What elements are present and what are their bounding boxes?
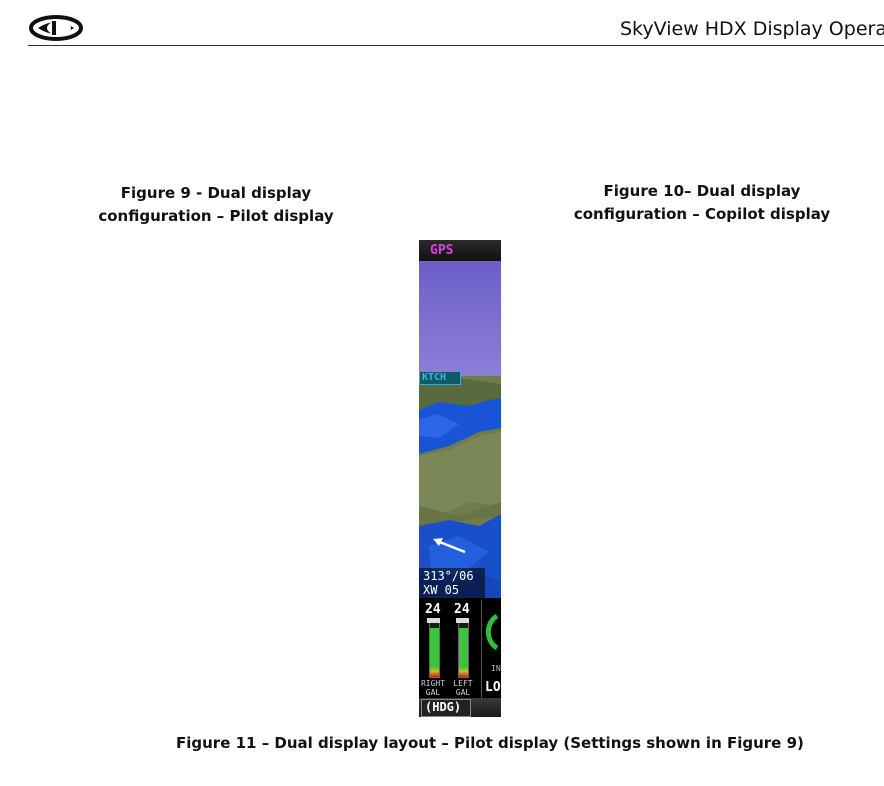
fuel-left-bar: [458, 622, 469, 678]
synthetic-vision-sky: [419, 261, 501, 377]
fuel-left-label: LEFT GAL: [449, 679, 477, 697]
fuel-right-label-line2: GAL: [425, 688, 441, 697]
figure-9-caption-line1: Figure 9 - Dual display: [120, 184, 312, 202]
engine-page: 24 24 RIGHT GAL LEFT GAL IN LO: [419, 600, 501, 698]
figure-11-caption: Figure 11 – Dual display layout – Pilot …: [176, 734, 804, 752]
engine-divider: [481, 600, 482, 698]
fuel-left-label-line1: LEFT: [453, 679, 473, 688]
dynon-logo: [29, 15, 83, 41]
fuel-left-value: 24: [454, 602, 470, 617]
wind-readout: 313°/06 XW 05: [419, 568, 485, 600]
pilot-display-screenshot: KTCH 313°/06 XW 05 GPS 24 24 RIGHT GAL L…: [419, 240, 501, 717]
wind-direction-speed: 313°/06: [423, 569, 474, 583]
header-rule: [28, 45, 884, 46]
figure-10-caption: Figure 10– Dual display configuration – …: [572, 180, 832, 226]
nav-source-bar: GPS: [419, 240, 501, 261]
airport-label-tag[interactable]: KTCH: [419, 371, 461, 385]
softkey-bar: (HDG): [419, 698, 501, 717]
fuel-right-bar-cap: [427, 618, 440, 623]
gauge-sublabel: IN: [491, 664, 501, 673]
fuel-right-bar: [429, 622, 440, 678]
fuel-left-bar-cap: [456, 618, 469, 623]
wind-crosswind: XW 05: [423, 583, 460, 597]
hdg-button-label: (HDG): [425, 700, 462, 714]
nav-source-label[interactable]: GPS: [430, 243, 453, 258]
fuel-left-bar-fill: [459, 628, 468, 677]
fuel-right-label: RIGHT GAL: [419, 679, 447, 697]
airport-label-text: KTCH: [422, 372, 447, 383]
figure-9-caption-line2: configuration – Pilot display: [98, 207, 334, 225]
figure-10-caption-line1: Figure 10– Dual display: [603, 182, 801, 200]
engine-lower-label: LO: [485, 680, 501, 695]
synthetic-vision-terrain: [419, 376, 501, 598]
figure-10-caption-line2: configuration – Copilot display: [573, 205, 831, 223]
fuel-right-bar-fill: [430, 628, 439, 677]
document-header-title: SkyView HDX Display Opera: [620, 18, 884, 40]
fuel-right-label-line1: RIGHT: [420, 679, 446, 688]
fuel-right-value: 24: [425, 602, 441, 617]
engine-gauge-arc: [485, 613, 499, 651]
hdg-button[interactable]: (HDG): [421, 699, 471, 717]
figure-9-caption: Figure 9 - Dual display configuration – …: [96, 182, 336, 228]
wind-arrow-icon: [433, 538, 466, 554]
fuel-left-label-line2: GAL: [455, 688, 471, 697]
